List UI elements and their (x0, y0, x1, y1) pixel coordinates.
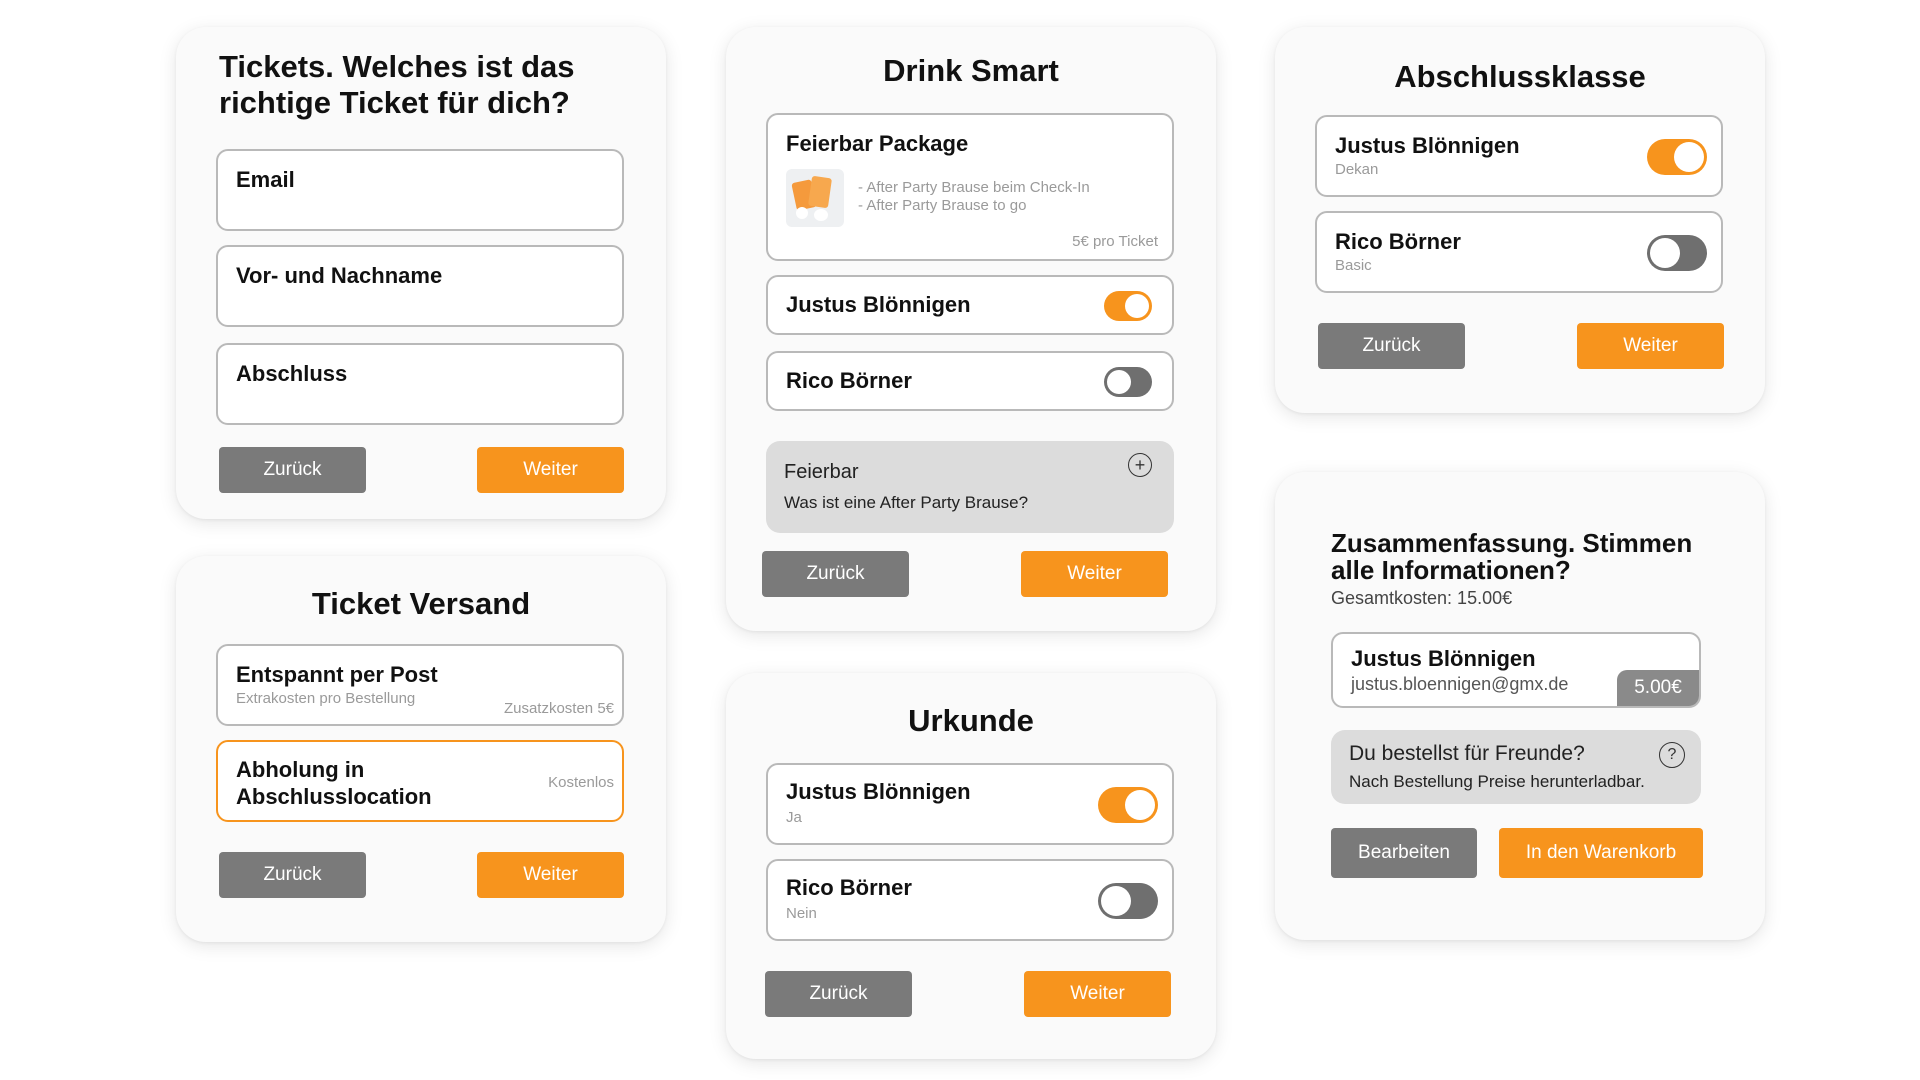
name-field[interactable]: Vor- und Nachname (216, 245, 624, 327)
email-field[interactable]: Email (216, 149, 624, 231)
package-line-1: - After Party Brause beim Check-In (858, 179, 1090, 196)
abschluss-field-label: Abschluss (236, 361, 348, 386)
person-sub: Ja (786, 809, 802, 826)
post-option-price: Zusatzkosten 5€ (503, 700, 614, 717)
post-option[interactable]: Entspannt per Post Extrakosten pro Beste… (216, 644, 624, 726)
summary-card: Zusammenfassung. Stimmen alle Informatio… (1275, 472, 1765, 940)
next-button[interactable]: Weiter (1024, 971, 1171, 1017)
summary-person-name: Justus Blönnigen (1351, 646, 1536, 671)
abschluss-field[interactable]: Abschluss (216, 343, 624, 425)
edit-button[interactable]: Bearbeiten (1331, 828, 1477, 878)
tickets-title: Tickets. Welches ist das richtige Ticket… (219, 49, 575, 120)
package-card[interactable]: Feierbar Package - After Party Brause be… (766, 113, 1174, 261)
person-sub: Nein (786, 905, 817, 922)
next-button[interactable]: Weiter (477, 447, 624, 493)
feierbar-info[interactable]: Feierbar Was ist eine After Party Brause… (766, 441, 1174, 533)
versand-card: Ticket Versand Entspannt per Post Extrak… (176, 556, 666, 942)
back-button[interactable]: Zurück (1318, 323, 1465, 369)
urkunde-person-row: Justus Blönnigen Ja (766, 763, 1174, 845)
feierbar-info-text: Was ist eine After Party Brause? (784, 493, 1029, 512)
next-button[interactable]: Weiter (1577, 323, 1724, 369)
klasse-person-row: Justus Blönnigen Dekan (1315, 115, 1723, 197)
person-sub: Dekan (1335, 161, 1379, 178)
package-image (786, 169, 844, 227)
toggle-switch[interactable] (1647, 235, 1707, 271)
add-to-cart-button[interactable]: In den Warenkorb (1499, 828, 1703, 878)
next-button[interactable]: Weiter (1021, 551, 1168, 597)
summary-total: Gesamtkosten: 15.00€ (1331, 588, 1513, 608)
person-sub: Basic (1335, 257, 1372, 274)
friends-info[interactable]: Du bestellst für Freunde? Nach Bestellun… (1331, 730, 1701, 804)
friends-info-title: Du bestellst für Freunde? (1349, 742, 1585, 765)
summary-title: Zusammenfassung. Stimmen alle Informatio… (1331, 528, 1693, 585)
summary-person-price: 5.00€ (1617, 670, 1699, 706)
abschlussklasse-card: Abschlussklasse Justus Blönnigen Dekan R… (1275, 27, 1765, 413)
name-field-label: Vor- und Nachname (236, 263, 443, 288)
toggle-switch[interactable] (1098, 787, 1158, 823)
feierbar-info-title: Feierbar (784, 461, 859, 483)
person-name: Rico Börner (786, 875, 912, 900)
back-button[interactable]: Zurück (765, 971, 912, 1017)
drink-smart-title: Drink Smart (883, 53, 1059, 88)
urkunde-person-row: Rico Börner Nein (766, 859, 1174, 941)
question-circle-icon[interactable]: ? (1659, 742, 1685, 768)
pickup-option[interactable]: Abholung in Abschlusslocation Kostenlos (216, 740, 624, 822)
toggle-switch[interactable] (1647, 139, 1707, 175)
summary-person-email: justus.bloennigen@gmx.de (1351, 674, 1569, 694)
person-name: Justus Blönnigen (786, 292, 971, 317)
drink-person-row: Rico Börner (766, 351, 1174, 411)
email-field-label: Email (236, 167, 295, 192)
person-name: Rico Börner (786, 368, 912, 393)
next-button[interactable]: Weiter (477, 852, 624, 898)
drink-person-row: Justus Blönnigen (766, 275, 1174, 335)
toggle-switch[interactable] (1104, 367, 1152, 397)
urkunde-title: Urkunde (908, 703, 1034, 738)
klasse-person-row: Rico Börner Basic (1315, 211, 1723, 293)
pickup-option-price: Kostenlos (548, 774, 614, 791)
person-name: Justus Blönnigen (1335, 133, 1520, 158)
toggle-switch[interactable] (1104, 291, 1152, 321)
abschlussklasse-title: Abschlussklasse (1394, 59, 1646, 94)
post-option-label: Entspannt per Post (236, 662, 438, 687)
summary-person[interactable]: Justus Blönnigen justus.bloennigen@gmx.d… (1331, 632, 1701, 708)
back-button[interactable]: Zurück (219, 447, 366, 493)
pickup-option-label: Abholung in Abschlusslocation (236, 757, 432, 809)
tickets-card: Tickets. Welches ist das richtige Ticket… (176, 27, 666, 519)
back-button[interactable]: Zurück (762, 551, 909, 597)
package-title: Feierbar Package (786, 131, 969, 156)
friends-info-text: Nach Bestellung Preise herunterladbar. (1349, 772, 1645, 791)
toggle-switch[interactable] (1098, 883, 1158, 919)
post-option-sub: Extrakosten pro Bestellung (236, 690, 416, 707)
person-name: Justus Blönnigen (786, 779, 971, 804)
versand-title: Ticket Versand (311, 586, 531, 621)
plus-circle-icon[interactable]: + (1128, 453, 1152, 477)
urkunde-card: Urkunde Justus Blönnigen Ja Rico Börner … (726, 673, 1216, 1059)
person-name: Rico Börner (1335, 229, 1461, 254)
back-button[interactable]: Zurück (219, 852, 366, 898)
package-price: 5€ pro Ticket (1072, 233, 1158, 250)
drink-smart-card: Drink Smart Feierbar Package - After Par… (726, 27, 1216, 631)
package-line-2: - After Party Brause to go (858, 197, 1027, 214)
